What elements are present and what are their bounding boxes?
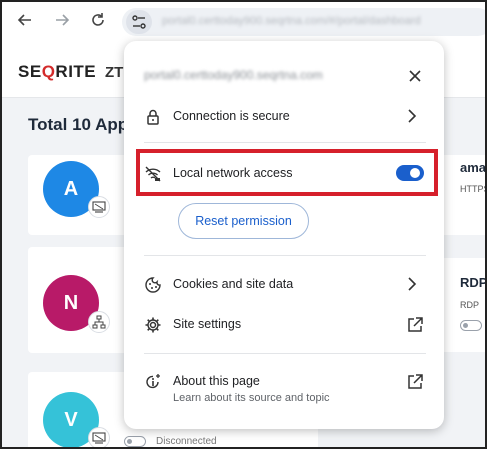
back-arrow-icon[interactable] [15, 12, 35, 32]
app-card-title: ama [460, 160, 487, 175]
popup-domain: portal0.certtoday900.seqrtna.com [144, 68, 323, 82]
reset-permission-button[interactable]: Reset permission [178, 203, 309, 239]
cookies-label: Cookies and site data [173, 277, 294, 291]
connection-toggle[interactable] [124, 436, 146, 447]
page-title: Total 10 Apps [28, 115, 138, 134]
open-external-icon [406, 316, 424, 334]
status-text: Disconnected [156, 436, 217, 447]
about-subtitle: Learn about its source and topic [173, 392, 330, 404]
site-info-popup: portal0.certtoday900.seqrtna.com Connect… [124, 41, 444, 429]
about-page-icon [144, 373, 162, 391]
seqrite-logo: SEQRITE [18, 62, 97, 81]
url-text[interactable]: portal0.certtoday900.seqrtna.com/#/porta… [162, 15, 421, 27]
lock-icon [144, 108, 162, 126]
cookies-row[interactable]: Cookies and site data [124, 265, 444, 305]
app-card-subtitle: RDP [460, 300, 480, 310]
screenshot-frame: portal0.certtoday900.seqrtna.com/#/porta… [0, 0, 487, 449]
connection-row[interactable]: Connection is secure [124, 97, 444, 137]
divider [144, 353, 426, 354]
monitor-icon [88, 427, 110, 447]
highlight-annotation [136, 149, 438, 196]
browser-toolbar: portal0.certtoday900.seqrtna.com/#/porta… [2, 2, 485, 42]
close-icon[interactable] [404, 65, 426, 87]
open-external-icon [406, 373, 424, 391]
connection-toggle[interactable] [460, 320, 482, 331]
divider [144, 255, 426, 256]
site-settings-row[interactable]: Site settings [124, 305, 444, 345]
monitor-icon [88, 196, 110, 218]
cookie-icon [144, 276, 162, 294]
chevron-right-icon [407, 277, 417, 295]
about-row[interactable]: About this page Learn about its source a… [124, 362, 444, 414]
network-icon [88, 311, 110, 333]
gear-icon [144, 316, 162, 334]
logo-suffix: ZT [105, 64, 124, 81]
about-label: About this page [173, 374, 260, 388]
connection-label: Connection is secure [173, 109, 290, 123]
forward-arrow-icon[interactable] [52, 12, 72, 32]
site-info-icon[interactable] [126, 10, 152, 34]
app-card-title: RDP [460, 275, 487, 290]
app-card-subtitle: HTTPS [460, 184, 487, 194]
reload-icon[interactable] [88, 12, 108, 32]
chevron-right-icon [407, 109, 417, 127]
site-settings-label: Site settings [173, 317, 242, 331]
divider [144, 142, 426, 143]
